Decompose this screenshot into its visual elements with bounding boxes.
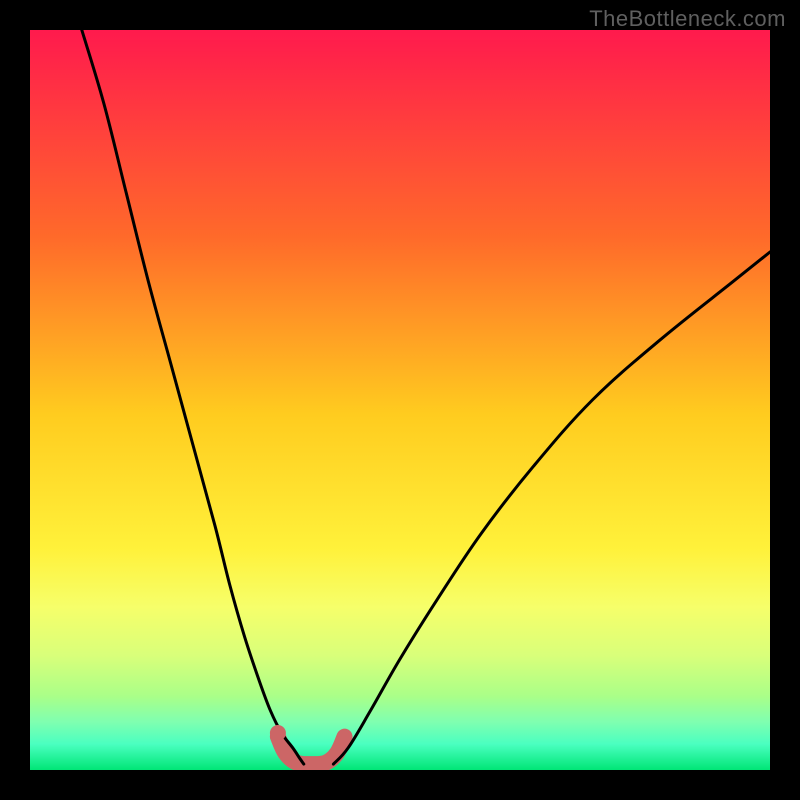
chart-frame: TheBottleneck.com bbox=[0, 0, 800, 800]
marker-left-dot bbox=[270, 725, 286, 741]
watermark-text: TheBottleneck.com bbox=[589, 6, 786, 32]
chart-canvas bbox=[0, 0, 800, 800]
